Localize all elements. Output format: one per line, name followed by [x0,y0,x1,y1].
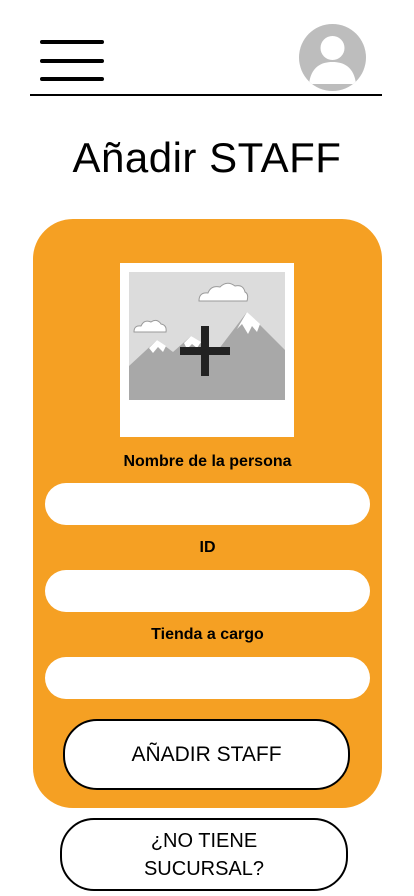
menu-bar [40,59,104,63]
store-input[interactable] [45,657,370,699]
person-silhouette-icon [309,36,356,84]
header-divider [30,94,382,96]
id-label: ID [199,539,216,556]
page-title: Añadir STAFF [72,134,342,181]
name-label: Nombre de la persona [123,453,292,470]
menu-bar [40,40,104,44]
photo-upload[interactable] [120,263,294,437]
no-branch-line1: ¿NO TIENE [150,829,258,852]
no-branch-line2: SUCURSAL? [143,857,265,880]
add-image-icon [129,272,285,400]
add-staff-button[interactable]: AÑADIR STAFF [63,719,350,790]
name-input[interactable] [45,483,370,525]
id-input[interactable] [45,570,370,612]
menu-bar [40,77,104,81]
store-label: Tienda a cargo [151,626,264,643]
hamburger-menu-icon[interactable] [40,40,104,82]
app-header [0,0,414,97]
add-staff-form: Nombre de la persona ID Tienda a cargo A… [33,219,382,808]
user-avatar-icon[interactable] [299,24,366,91]
no-branch-button[interactable]: ¿NO TIENE SUCURSAL? [60,818,348,891]
